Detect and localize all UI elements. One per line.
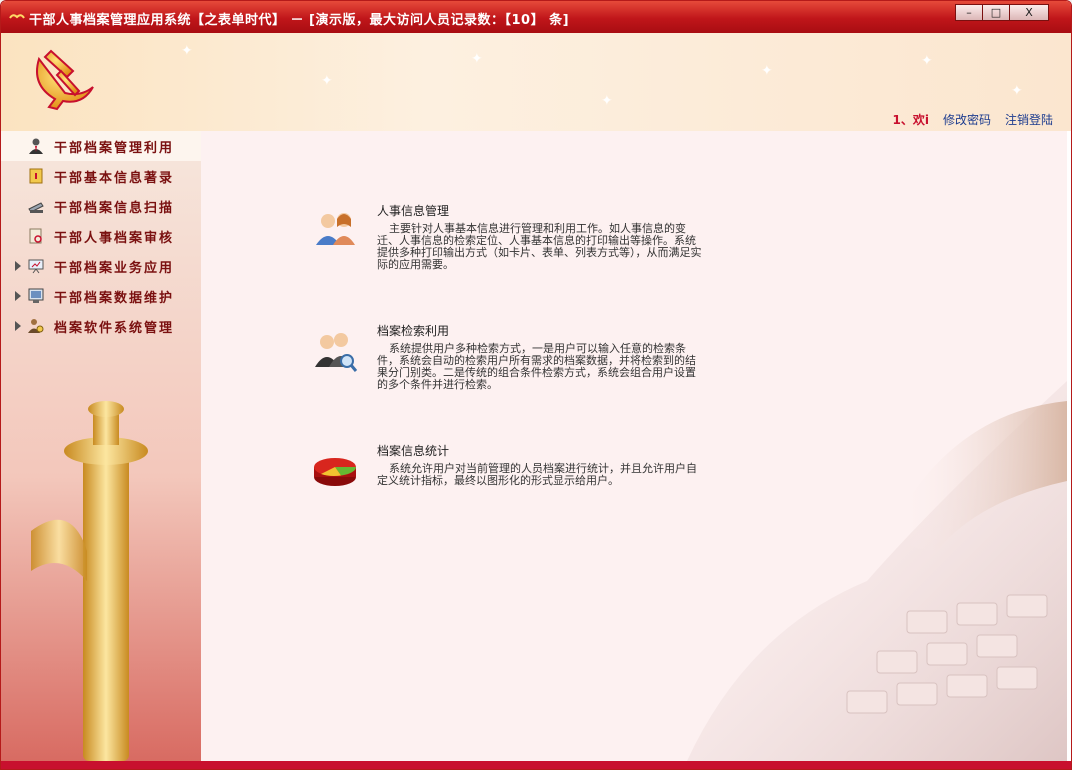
pie-chart-icon [314,458,356,486]
bottom-border [1,761,1071,769]
sparkle-icon: ✦ [181,43,193,59]
scanner-icon [28,202,44,213]
welcome-text: 1、欢i [892,113,929,127]
sparkle-icon: ✦ [761,63,773,79]
window-title: 干部人事档案管理应用系统【之表单时代】 － [演示版，最大访问人员记录数：【10… [29,13,570,28]
app-window: 干部人事档案管理应用系统【之表单时代】 － [演示版，最大访问人员记录数：【10… [0,0,1072,770]
sidebar-item-review[interactable]: 干部人事档案审核 [1,221,201,251]
sidebar-item-label: 干部档案管理利用 [54,140,175,156]
header-banner: ✦ ✦ ✦ ✦ ✦ ✦ ✦ 1、欢i 修改密码 注销登陆 [1,33,1071,131]
review-icon [29,228,42,244]
feature-title: 人事信息管理 [377,204,450,218]
sidebar-item-label: 干部档案业务应用 [54,260,175,276]
feature-title: 档案信息统计 [377,444,450,458]
search-users-icon [315,333,358,372]
sidebar-item-label: 干部档案信息扫描 [54,200,175,216]
huabiao-pillar-image [31,401,148,761]
sidebar: 干部档案管理利用 干部基本信息著录 干部档案信息扫描 干部人事档案审核 干部档案… [1,131,201,761]
sidebar-item-label: 档案软件系统管理 [54,320,175,336]
document-icon [29,168,43,184]
sidebar-item-scan[interactable]: 干部档案信息扫描 [1,191,201,221]
admin-icon [28,319,44,333]
feature-description: 系统提供用户多种检索方式，一是用户可以输入任意的检索条件，系统会自动的检索用户所… [377,342,696,391]
sidebar-item-system-admin[interactable]: 档案软件系统管理 [1,311,201,341]
expand-arrow-icon[interactable] [15,291,21,301]
sparkle-icon: ✦ [321,73,333,89]
sidebar-item-business[interactable]: 干部档案业务应用 [1,251,201,281]
database-icon [28,288,44,303]
users-icon [316,213,355,245]
sidebar-item-label: 干部人事档案审核 [54,230,175,246]
change-password-link[interactable]: 修改密码 [943,111,991,128]
presentation-icon [28,259,44,274]
feature-description: 主要针对人事基本信息进行管理和利用工作。如人事信息的变迁、人事信息的检索定位、人… [377,222,702,271]
sidebar-item-basic-info-entry[interactable]: 干部基本信息著录 [1,161,201,191]
close-button[interactable]: X [1009,4,1049,21]
keyboard-hand-image [687,381,1067,761]
sparkle-icon: ✦ [921,53,933,69]
title-bar[interactable]: 干部人事档案管理应用系统【之表单时代】 － [演示版，最大访问人员记录数：【10… [1,1,1071,33]
sidebar-item-label: 干部基本信息著录 [54,170,175,186]
sidebar-item-data-maintenance[interactable]: 干部档案数据维护 [1,281,201,311]
sidebar-item-label: 干部档案数据维护 [54,290,175,306]
sidebar-menu: 干部档案管理利用 干部基本信息著录 干部档案信息扫描 干部人事档案审核 干部档案… [1,131,201,341]
person-icon [29,138,43,154]
main-content: 人事信息管理 主要针对人事基本信息进行管理和利用工作。如人事信息的变迁、人事信息… [201,131,1067,761]
expand-arrow-icon[interactable] [15,321,21,331]
feature-description: 系统允许用户对当前管理的人员档案进行统计，并且允许用户自定义统计指标，最终以图形… [377,462,697,487]
sparkle-icon: ✦ [471,51,483,67]
app-icon [9,14,25,19]
minimize-button[interactable]: – [955,4,983,21]
feature-title: 档案检索利用 [377,324,450,338]
expand-arrow-icon[interactable] [15,261,21,271]
party-emblem-icon [36,49,94,111]
sparkle-icon: ✦ [601,93,613,109]
sidebar-item-archive-management[interactable]: 干部档案管理利用 [1,131,201,161]
sparkle-icon: ✦ [1011,83,1023,99]
logout-link[interactable]: 注销登陆 [1005,111,1053,128]
maximize-button[interactable]: □ [982,4,1010,21]
